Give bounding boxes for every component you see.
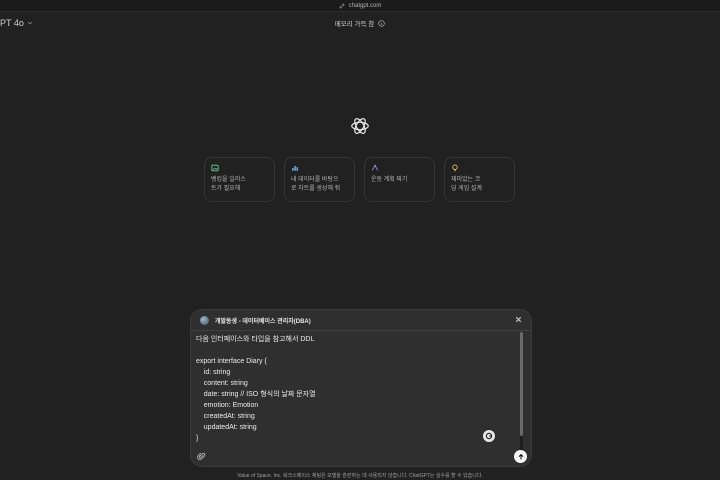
suggestion-card-game[interactable]: 재미있는 코 딩 게임 설계: [444, 157, 515, 202]
suggestion-line2: 트가 필요해: [211, 186, 241, 192]
send-button[interactable]: [514, 450, 527, 463]
close-icon[interactable]: [514, 315, 523, 324]
gpt-context-title: 개발동생 - 데이터베이스 관리자(DBA): [215, 319, 311, 325]
scrollbar-thumb[interactable]: [520, 332, 523, 436]
footer-disclaimer: Value of Space, Inc. 워크스페이스 채팅은 모델을 훈련하는…: [237, 473, 483, 479]
chart-icon: [292, 166, 298, 171]
suggestion-line2: 로 차트를 생성해 줘: [291, 186, 341, 192]
suggestion-card-chart[interactable]: 내 데이터를 바탕으 로 차트를 생성해 줘: [284, 157, 355, 202]
suggestion-line1: 내 데이터를 바탕으: [291, 177, 339, 183]
image-icon: [211, 164, 219, 172]
suggestion-card-illustration[interactable]: 벵킹을 일러스 트가 필요해: [204, 157, 275, 202]
suggestion-line1: 벵킹을 일러스: [211, 177, 246, 183]
info-icon: [378, 19, 385, 27]
gpt-avatar: [200, 316, 209, 325]
link-icon: [339, 3, 345, 8]
grammarly-glyph-icon: [485, 432, 493, 440]
suggestion-line1: 운동 계획 짜기: [371, 177, 408, 183]
message-composer: 개발동생 - 데이터베이스 관리자(DBA) 다음 인터페이스와 타입을 참고해…: [190, 309, 532, 467]
memory-full-notice[interactable]: 메모리 가득 참: [0, 18, 720, 28]
browser-url-bar[interactable]: chatgpt.com: [0, 0, 720, 12]
openai-logo-icon: [351, 118, 369, 134]
suggestion-line1: 재미있는 코: [451, 177, 481, 183]
memory-label: 메모리 가득 참: [334, 21, 375, 28]
message-input[interactable]: 다음 인터페이스와 타입을 참고해서 DDL export interface …: [196, 334, 518, 446]
suggestion-line2: 딩 게임 설계: [451, 186, 482, 192]
plan-icon: [371, 164, 379, 171]
bulb-icon: [452, 164, 458, 172]
gpt-context-bar: 개발동생 - 데이터베이스 관리자(DBA): [191, 310, 531, 331]
suggestion-cards: 벵킹을 일러스 트가 필요해 내 데이터를 바탕으 로 차트를 생성해 줘 운동…: [204, 157, 515, 202]
message-scrollbar[interactable]: [520, 332, 523, 450]
paperclip-icon[interactable]: [197, 452, 206, 461]
arrow-up-icon: [518, 453, 523, 459]
url-text: chatgpt.com: [348, 2, 382, 9]
grammarly-icon[interactable]: [483, 430, 495, 442]
suggestion-card-workout[interactable]: 운동 계획 짜기: [364, 157, 435, 202]
